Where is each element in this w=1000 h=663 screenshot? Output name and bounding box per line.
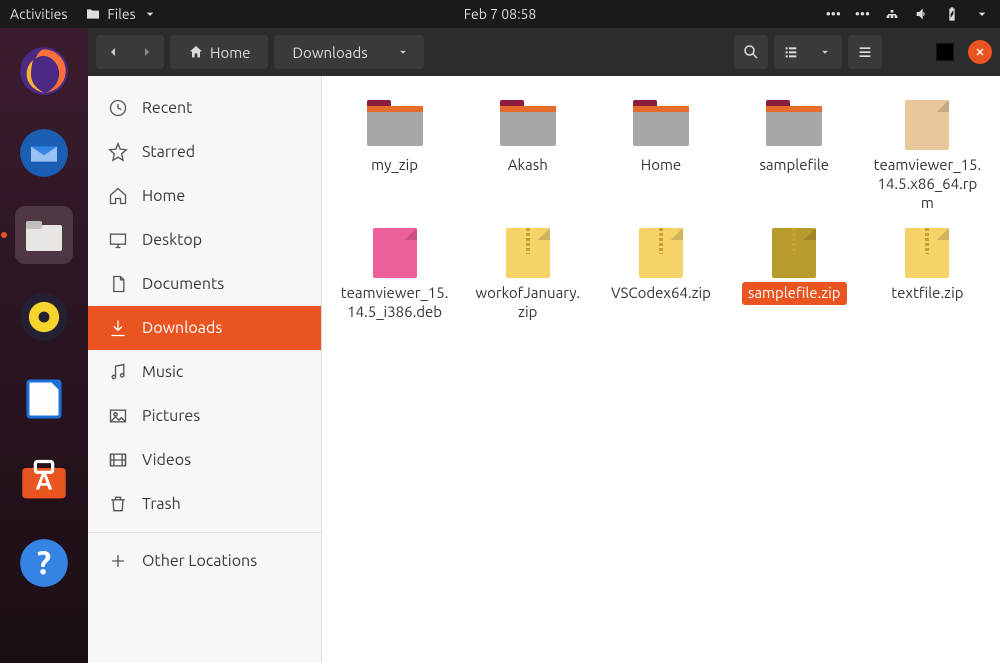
file-item[interactable]: samplefile bbox=[730, 94, 859, 218]
path-dropdown-button[interactable] bbox=[386, 35, 420, 69]
ubuntu-dock: A ? bbox=[0, 28, 88, 663]
network-icon[interactable] bbox=[884, 6, 900, 22]
dock-ubuntu-software[interactable]: A bbox=[15, 452, 73, 510]
chevron-down-icon[interactable] bbox=[974, 6, 990, 22]
sidebar-item-label: Starred bbox=[142, 143, 195, 161]
breadcrumb-downloads[interactable]: Downloads bbox=[278, 40, 381, 65]
sidebar-item-label: Documents bbox=[142, 275, 224, 293]
sidebar-item-label: Downloads bbox=[142, 319, 222, 337]
breadcrumb-home[interactable]: Home bbox=[174, 40, 264, 65]
sidebar-item-other-locations[interactable]: Other Locations bbox=[88, 539, 321, 583]
dock-rhythmbox[interactable] bbox=[15, 288, 73, 346]
chevron-down-icon bbox=[142, 6, 158, 22]
file-label: Akash bbox=[502, 154, 554, 177]
activities-button[interactable]: Activities bbox=[10, 6, 67, 22]
view-options-dropdown[interactable] bbox=[808, 35, 842, 69]
sidebar-item-label: Desktop bbox=[142, 231, 202, 249]
back-button[interactable] bbox=[96, 35, 130, 69]
dock-thunderbird[interactable] bbox=[15, 124, 73, 182]
sidebar-item-label: Pictures bbox=[142, 407, 200, 425]
file-label: workofJanuary.zip bbox=[468, 282, 588, 324]
dock-libreoffice-writer[interactable] bbox=[15, 370, 73, 428]
file-item[interactable]: textfile.zip bbox=[863, 222, 992, 328]
sidebar-item-label: Music bbox=[142, 363, 183, 381]
clock[interactable]: Feb 7 08:58 bbox=[464, 6, 537, 22]
file-item[interactable]: Akash bbox=[463, 94, 592, 218]
sidebar-item-videos[interactable]: Videos bbox=[88, 438, 321, 482]
sidebar-item-downloads[interactable]: Downloads bbox=[88, 306, 321, 350]
view-list-button[interactable] bbox=[774, 35, 808, 69]
gnome-top-panel: Activities Files Feb 7 08:58 ••• ••• bbox=[0, 0, 1000, 28]
places-sidebar: Recent Starred Home Desktop Documents Do… bbox=[88, 76, 322, 663]
sidebar-item-recent[interactable]: Recent bbox=[88, 86, 321, 130]
file-item[interactable]: Home bbox=[596, 94, 725, 218]
dock-help[interactable]: ? bbox=[15, 534, 73, 592]
sidebar-item-home[interactable]: Home bbox=[88, 174, 321, 218]
forward-button[interactable] bbox=[130, 35, 164, 69]
svg-text:A: A bbox=[36, 468, 53, 495]
sidebar-item-documents[interactable]: Documents bbox=[88, 262, 321, 306]
sidebar-item-label: Other Locations bbox=[142, 552, 257, 570]
maximize-button[interactable] bbox=[928, 35, 962, 69]
search-button[interactable] bbox=[734, 35, 768, 69]
file-item[interactable]: samplefile.zip bbox=[730, 222, 859, 328]
file-label: VSCodex64.zip bbox=[605, 282, 717, 305]
file-label: Home bbox=[635, 154, 687, 177]
dock-firefox[interactable] bbox=[15, 42, 73, 100]
sidebar-item-desktop[interactable]: Desktop bbox=[88, 218, 321, 262]
indicator-dots-icon[interactable]: ••• bbox=[826, 6, 841, 22]
volume-icon[interactable] bbox=[914, 6, 930, 22]
sidebar-item-label: Videos bbox=[142, 451, 191, 469]
app-menu-files[interactable]: Files bbox=[85, 6, 157, 22]
file-item[interactable]: teamviewer_15.14.5_i386.deb bbox=[330, 222, 459, 328]
minimize-button[interactable] bbox=[888, 35, 922, 69]
sidebar-item-starred[interactable]: Starred bbox=[88, 130, 321, 174]
file-view[interactable]: my_zip Akash Home samplefile teamviewer_15.1… bbox=[322, 76, 1000, 663]
file-label: textfile.zip bbox=[885, 282, 969, 305]
sidebar-item-label: Recent bbox=[142, 99, 192, 117]
dock-files[interactable] bbox=[15, 206, 73, 264]
file-label: teamviewer_15.14.5.x86_64.rpm bbox=[867, 154, 987, 214]
file-label: my_zip bbox=[365, 154, 424, 177]
svg-text:?: ? bbox=[37, 545, 51, 581]
indicator-dots-icon[interactable]: ••• bbox=[855, 6, 870, 22]
nautilus-headerbar: Home Downloads bbox=[88, 28, 1000, 76]
hamburger-menu-button[interactable] bbox=[848, 35, 882, 69]
sidebar-item-trash[interactable]: Trash bbox=[88, 482, 321, 526]
sidebar-item-pictures[interactable]: Pictures bbox=[88, 394, 321, 438]
path-bar: Home bbox=[170, 35, 268, 69]
close-button[interactable] bbox=[968, 40, 992, 64]
sidebar-item-label: Home bbox=[142, 187, 185, 205]
file-item[interactable]: teamviewer_15.14.5.x86_64.rpm bbox=[863, 94, 992, 218]
battery-icon[interactable] bbox=[944, 6, 960, 22]
folder-icon bbox=[85, 6, 101, 22]
file-item[interactable]: my_zip bbox=[330, 94, 459, 218]
file-label: teamviewer_15.14.5_i386.deb bbox=[335, 282, 455, 324]
sidebar-separator bbox=[88, 532, 321, 533]
sidebar-item-music[interactable]: Music bbox=[88, 350, 321, 394]
sidebar-item-label: Trash bbox=[142, 495, 181, 513]
file-item[interactable]: VSCodex64.zip bbox=[596, 222, 725, 328]
file-label: samplefile bbox=[753, 154, 835, 177]
file-item[interactable]: workofJanuary.zip bbox=[463, 222, 592, 328]
file-label: samplefile.zip bbox=[742, 282, 847, 305]
path-bar-current: Downloads bbox=[274, 35, 423, 69]
